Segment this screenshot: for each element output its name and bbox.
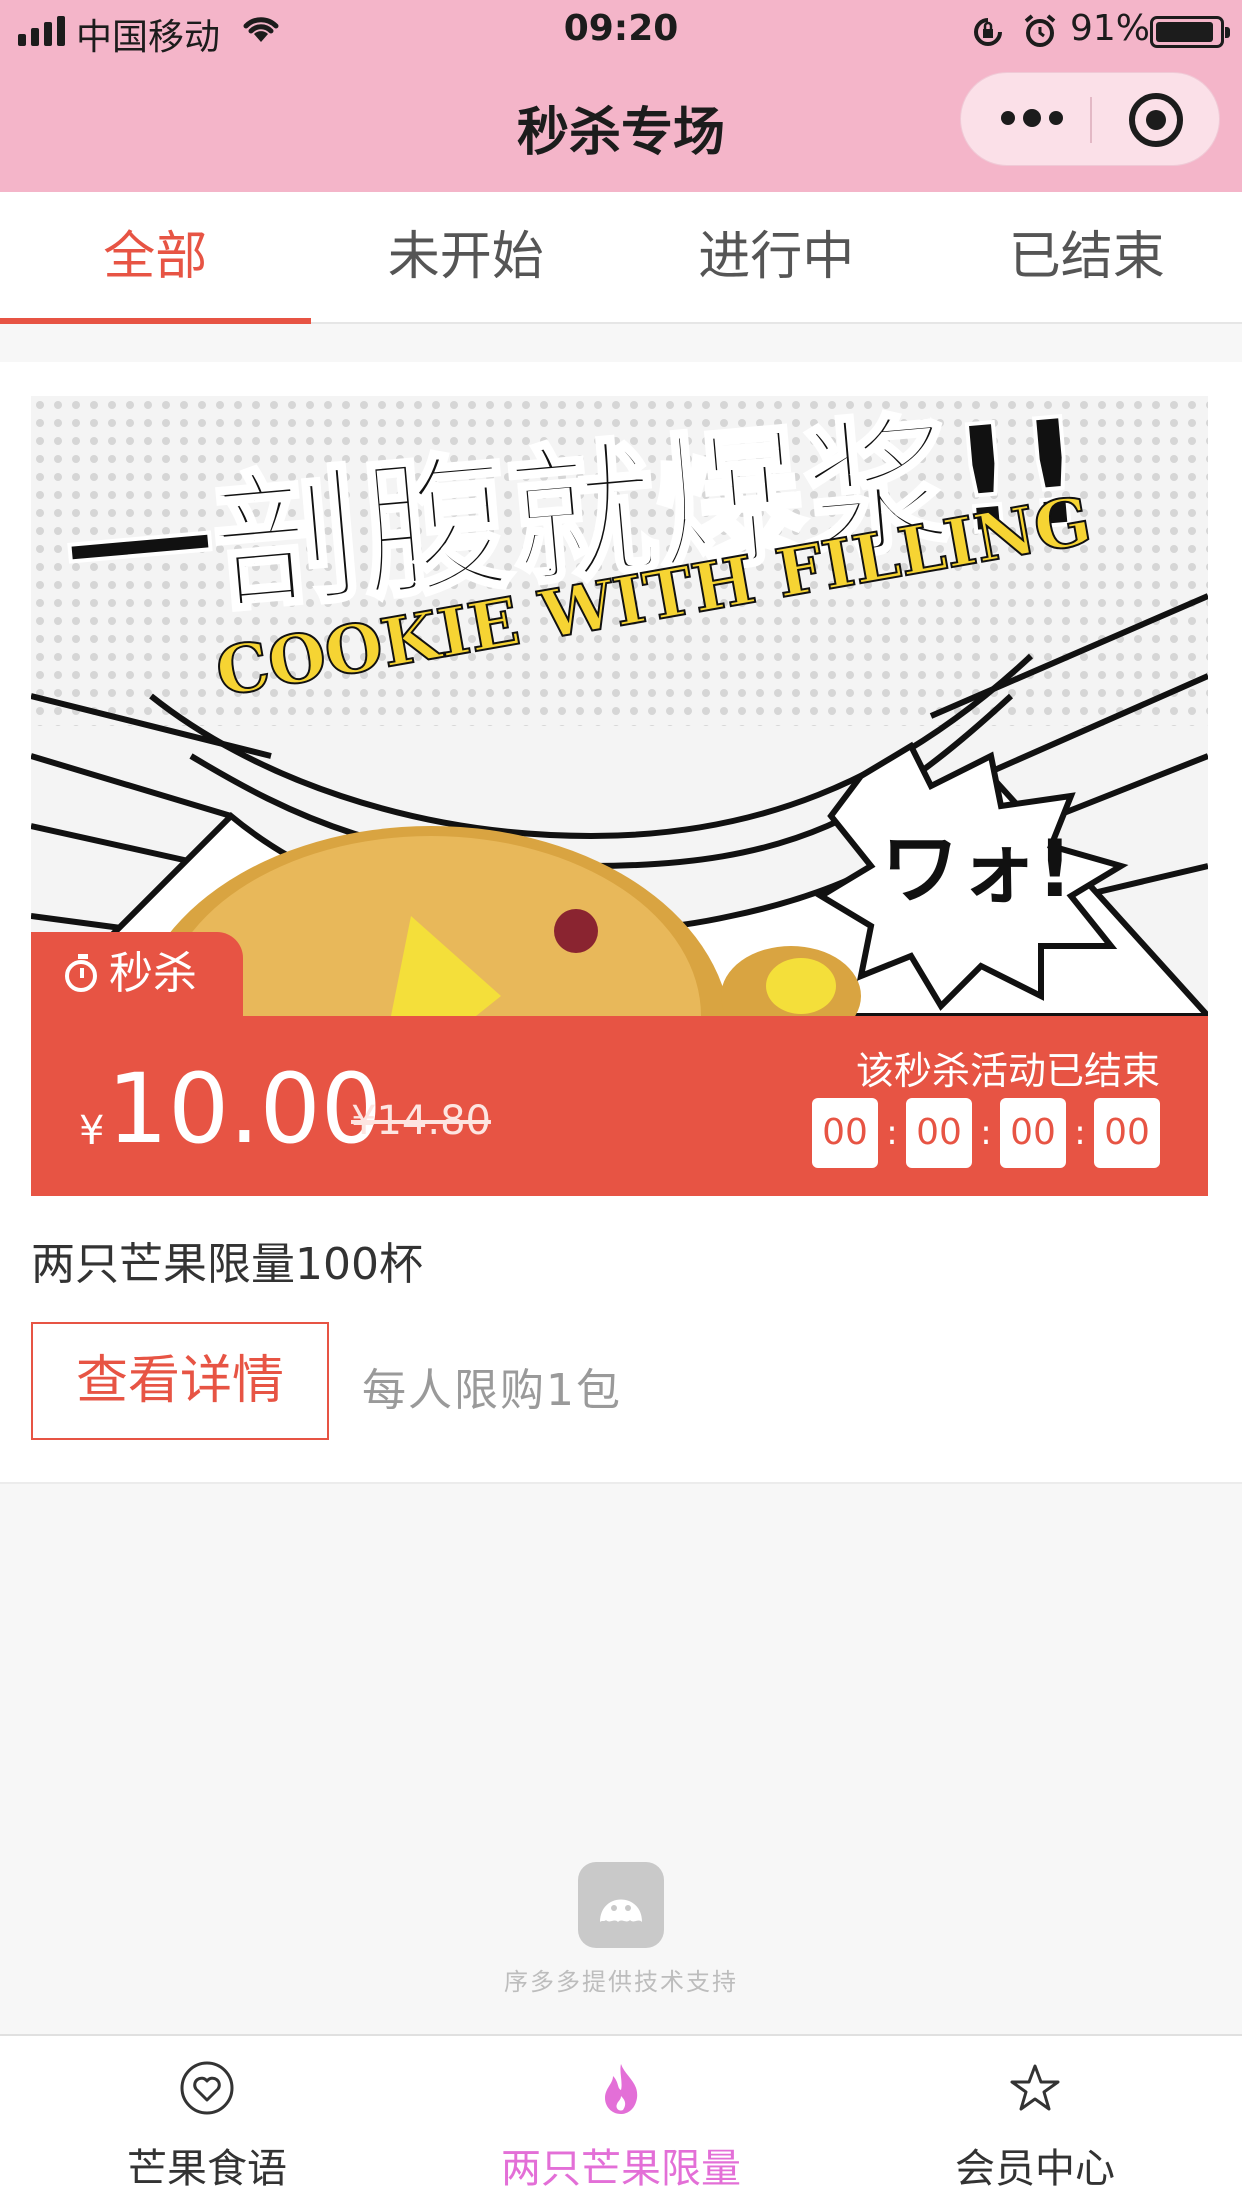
bottom-tab-bar: 芒果食语 两只芒果限量 会员中心 (0, 2034, 1242, 2208)
countdown-separator: : (886, 1113, 898, 1153)
seckill-tag: 秒杀 (31, 932, 243, 1016)
tabbar-item-mango-limited[interactable]: 两只芒果限量 (414, 2036, 828, 2208)
tabbar-label: 会员中心 (955, 2146, 1115, 2192)
tab-in-progress[interactable]: 进行中 (621, 192, 932, 322)
seckill-price: 10.00 (107, 1053, 382, 1165)
countdown-timer: 00 : 00 : 00 : 00 (812, 1098, 1160, 1168)
tab-not-started[interactable]: 未开始 (311, 192, 622, 322)
price-bar: ¥ 10.00 ¥14.80 该秒杀活动已结束 00 : 00 : 00 : 0… (31, 1016, 1208, 1196)
header: 中国移动 09:20 91% 秒杀专场 (0, 0, 1242, 192)
banner-bubble-text: ワォ! (881, 825, 1073, 915)
countdown-separator: : (980, 1113, 992, 1153)
view-details-button[interactable]: 查看详情 (31, 1322, 329, 1440)
more-menu-icon[interactable] (1001, 109, 1063, 127)
original-price: ¥14.80 (351, 1098, 491, 1144)
purchase-limit-text: 每人限购1包 (362, 1365, 622, 1416)
tab-ended[interactable]: 已结束 (932, 192, 1242, 322)
miniprogram-capsule (960, 72, 1220, 166)
countdown-seconds: 00 (1094, 1098, 1160, 1168)
heart-icon (180, 2061, 234, 2115)
tab-all[interactable]: 全部 (0, 192, 311, 324)
seckill-page: 中国移动 09:20 91% 秒杀专场 全部 未开始 进行中 已结束 ワォ! 一… (0, 0, 1242, 2208)
tabbar-label: 两只芒果限量 (501, 2146, 741, 2192)
product-banner-image[interactable]: ワォ! 一剖腹就爆浆!! COOKIE WITH FILLING (31, 396, 1208, 1016)
battery-percent: 91% (1070, 8, 1151, 49)
capsule-divider (1090, 97, 1092, 143)
seckill-status-text: 该秒杀活动已结束 (855, 1049, 1160, 1093)
rotation-lock-icon (974, 18, 1002, 46)
flame-icon (605, 2064, 638, 2114)
countdown-hours: 00 (906, 1098, 972, 1168)
tabbar-item-mango-food[interactable]: 芒果食语 (0, 2036, 414, 2208)
tabbar-item-member-center[interactable]: 会员中心 (828, 2036, 1242, 2208)
countdown-days: 00 (812, 1098, 878, 1168)
star-icon (1010, 2064, 1060, 2111)
alarm-icon (1024, 14, 1056, 47)
tabbar-label: 芒果食语 (127, 2146, 287, 2192)
support-logo (578, 1862, 664, 1948)
battery-icon (1150, 16, 1230, 48)
product-name: 两只芒果限量100杯 (31, 1239, 423, 1290)
countdown-minutes: 00 (1000, 1098, 1066, 1168)
filter-tabs: 全部 未开始 进行中 已结束 (0, 192, 1242, 324)
stopwatch-icon (65, 954, 97, 992)
currency-symbol: ¥ (79, 1108, 105, 1154)
status-bar: 中国移动 09:20 91% (0, 0, 1242, 62)
close-miniprogram-icon[interactable] (1129, 93, 1183, 147)
seckill-tag-label: 秒杀 (109, 948, 197, 999)
tech-support-text: 序多多提供技术支持 (504, 1968, 738, 1996)
countdown-separator: : (1074, 1113, 1086, 1153)
seckill-card: ワォ! 一剖腹就爆浆!! COOKIE WITH FILLING 秒杀 ¥ 10… (0, 362, 1242, 1484)
